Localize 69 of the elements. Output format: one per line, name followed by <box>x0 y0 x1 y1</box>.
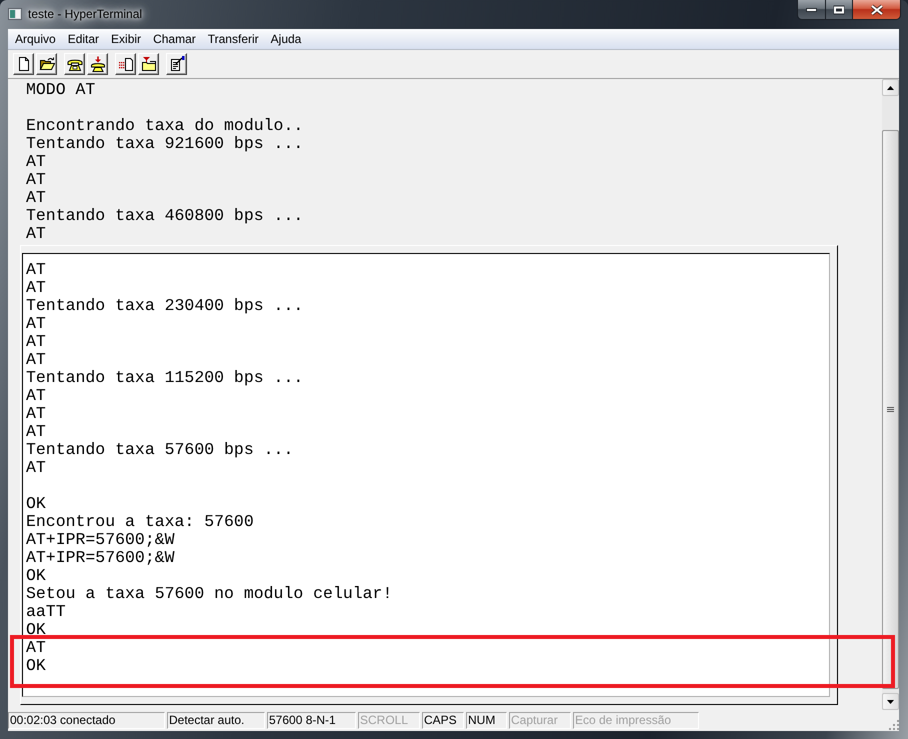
terminal-line: Encontrando taxa do modulo.. <box>26 117 304 135</box>
down-arrow-icon <box>887 700 894 704</box>
status-field: 00:02:03 conectado <box>8 712 165 729</box>
telephone-arrow-icon <box>90 56 106 72</box>
terminal-line: AT <box>26 261 47 279</box>
status-field: CAPS <box>422 712 464 729</box>
terminal-line: Tentando taxa 230400 bps ... <box>26 297 304 315</box>
document-pen-icon <box>168 56 184 72</box>
terminal-line: AT <box>26 279 47 297</box>
terminal-line: AT+IPR=57600;&W <box>26 549 176 567</box>
menu-item[interactable]: Transferir <box>202 29 265 49</box>
terminal-line: aaTT <box>26 603 67 621</box>
open-folder-icon <box>38 56 54 72</box>
menu-item[interactable]: Arquivo <box>9 29 62 49</box>
minimize-button[interactable] <box>797 0 826 20</box>
terminal-line: Encontrou a taxa: 57600 <box>26 513 255 531</box>
terminal-line: Tentando taxa 460800 bps ... <box>26 207 304 225</box>
scroll-up-button[interactable] <box>882 79 899 96</box>
scroll-down-button[interactable] <box>882 693 899 710</box>
terminal-line: AT <box>26 225 47 243</box>
status-field: Eco de impressão <box>573 712 699 729</box>
status-field: Capturar <box>509 712 571 729</box>
terminal-line: OK <box>26 567 47 585</box>
folder-arrow-icon <box>140 56 156 72</box>
terminal-line: OK <box>26 621 47 639</box>
terminal-line: AT <box>26 405 47 423</box>
terminal-line: AT <box>26 351 47 369</box>
terminal-line: Setou a taxa 57600 no modulo celular! <box>26 585 394 603</box>
terminal-line: AT <box>26 315 47 333</box>
status-field: NUM <box>466 712 507 729</box>
resize-grip-icon[interactable] <box>888 719 899 730</box>
call-button[interactable] <box>64 53 85 75</box>
menu-item[interactable]: Editar <box>62 29 106 49</box>
terminal-line: AT+IPR=57600;&W <box>26 531 176 549</box>
terminal-line: AT <box>26 459 47 477</box>
terminal-line: AT <box>26 171 47 189</box>
receive-button[interactable] <box>138 53 159 75</box>
status-field: Detectar auto. <box>167 712 265 729</box>
terminal-line: AT <box>26 387 47 405</box>
grip-icon <box>887 407 894 412</box>
disconnect-button[interactable] <box>87 53 108 75</box>
document-dots-icon <box>118 56 134 72</box>
terminal-line: AT <box>26 189 47 207</box>
new-document-button[interactable] <box>13 53 34 75</box>
menu-item[interactable]: Exibir <box>105 29 148 49</box>
status-field: 57600 8-N-1 <box>267 712 356 729</box>
menu-item[interactable]: Ajuda <box>264 29 308 49</box>
close-button[interactable] <box>853 0 901 20</box>
terminal-line: Tentando taxa 57600 bps ... <box>26 441 294 459</box>
terminal-line: OK <box>26 657 47 675</box>
window-title: teste - HyperTerminal <box>28 7 142 22</box>
terminal-line: Tentando taxa 921600 bps ... <box>26 135 304 153</box>
open-button[interactable] <box>36 53 57 75</box>
menu-item[interactable]: Chamar <box>147 29 202 49</box>
terminal-line: Tentando taxa 115200 bps ... <box>26 369 304 387</box>
terminal-line: MODO AT <box>26 81 96 99</box>
terminal-line: AT <box>26 333 47 351</box>
terminal-line: AT <box>26 423 47 441</box>
maximize-icon <box>833 4 845 14</box>
status-field: SCROLL <box>358 712 420 729</box>
terminal-line: AT <box>26 153 47 171</box>
maximize-button[interactable] <box>826 0 853 20</box>
terminal-line: AT <box>26 639 47 657</box>
close-icon <box>870 4 884 16</box>
up-arrow-icon <box>887 86 894 90</box>
send-button[interactable] <box>115 53 136 75</box>
terminal-line: OK <box>26 495 47 513</box>
properties-button[interactable] <box>166 53 187 75</box>
minimize-icon <box>806 8 817 12</box>
